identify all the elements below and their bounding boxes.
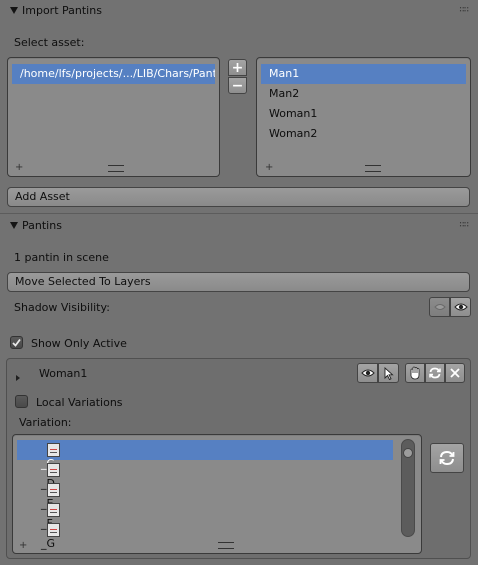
show-only-active-label: Show Only Active <box>31 337 127 350</box>
file-icon <box>47 443 60 457</box>
refresh-variations-button[interactable] <box>430 443 464 473</box>
add-path-button[interactable]: + <box>228 59 247 76</box>
import-pantins-title: Import Pantins <box>22 4 102 17</box>
path-list-item[interactable]: /home/lfs/projects/.../LIB/Chars/Pantins… <box>12 64 215 84</box>
shadow-visible-button[interactable] <box>450 297 471 317</box>
variation-item-d[interactable]: _D <box>17 460 393 490</box>
list-resize-grip-icon[interactable] <box>108 165 124 172</box>
pantin-view-select-group <box>357 363 399 383</box>
asset-item-man2[interactable]: Man2 <box>261 84 466 104</box>
refresh-icon <box>439 450 455 466</box>
asset-item-woman1[interactable]: Woman1 <box>261 104 466 124</box>
pantin-name[interactable]: Woman1 <box>39 367 87 380</box>
pantin-visibility-button[interactable] <box>357 363 378 383</box>
asset-list[interactable]: Man1 Man2 Woman1 Woman2 + <box>256 57 471 177</box>
shadow-visibility-toggle[interactable] <box>429 297 471 317</box>
list-filter-plus-icon[interactable]: + <box>15 162 23 173</box>
hand-icon <box>410 366 420 380</box>
file-icon <box>47 523 60 537</box>
add-asset-button[interactable]: Add Asset <box>7 187 470 207</box>
panel-divider <box>0 213 478 214</box>
variation-item-g[interactable]: _G <box>17 520 393 550</box>
list-filter-plus-icon[interactable]: + <box>19 540 27 551</box>
eye-icon <box>453 303 468 311</box>
variation-list[interactable]: _C _D _E _F _G + <box>12 434 422 554</box>
asset-item-woman2[interactable]: Woman2 <box>261 124 466 144</box>
remove-path-button[interactable]: − <box>228 77 247 94</box>
expand-pantin-arrow-icon[interactable] <box>16 371 20 384</box>
import-pantins-header[interactable]: Import Pantins <box>0 0 478 22</box>
pantin-count-text: 1 pantin in scene <box>14 251 109 264</box>
minus-icon: − <box>231 77 244 94</box>
eye-closed-icon <box>433 304 446 310</box>
panel-drag-grip-icon[interactable]: ∷∷ <box>459 5 469 15</box>
file-icon <box>47 483 60 497</box>
pantin-remove-button[interactable] <box>445 363 465 383</box>
variation-item-e[interactable]: _E <box>17 480 393 510</box>
pantin-refresh-button[interactable] <box>425 363 445 383</box>
list-resize-grip-icon[interactable] <box>365 165 381 172</box>
list-resize-grip-icon[interactable] <box>218 542 234 549</box>
path-list[interactable]: /home/lfs/projects/.../LIB/Chars/Pantins… <box>7 57 220 177</box>
local-variations-label: Local Variations <box>36 396 123 409</box>
asset-item-man1[interactable]: Man1 <box>261 64 466 84</box>
close-icon <box>450 368 460 378</box>
variation-item-f[interactable]: _F <box>17 500 393 530</box>
pantins-title: Pantins <box>22 219 62 232</box>
select-asset-label: Select asset: <box>14 36 85 49</box>
shadow-hidden-button[interactable] <box>429 297 450 317</box>
show-only-active-checkbox[interactable] <box>10 336 23 349</box>
panel-drag-grip-icon[interactable]: ∷∷ <box>459 220 469 230</box>
variation-item-c[interactable]: _C <box>17 440 393 470</box>
scrollbar-thumb[interactable] <box>403 448 413 458</box>
pantin-grab-button[interactable] <box>405 363 425 383</box>
plus-icon: + <box>231 59 244 76</box>
collapse-triangle-icon[interactable] <box>10 6 18 14</box>
variation-scrollbar[interactable] <box>401 439 415 537</box>
checkmark-icon <box>12 338 21 347</box>
variation-name: _G <box>41 537 56 550</box>
list-filter-plus-icon[interactable]: + <box>265 162 273 173</box>
refresh-icon <box>429 367 441 379</box>
variation-label: Variation: <box>19 416 72 429</box>
eye-icon <box>360 369 375 377</box>
pantins-header[interactable]: Pantins <box>0 215 478 237</box>
pantin-action-group <box>405 363 465 383</box>
file-icon <box>47 503 60 517</box>
pantin-select-button[interactable] <box>378 363 399 383</box>
shadow-visibility-label: Shadow Visibility: <box>14 301 110 314</box>
collapse-triangle-icon[interactable] <box>10 221 18 229</box>
file-icon <box>47 463 60 477</box>
move-selected-to-layers-button[interactable]: Move Selected To Layers <box>7 272 470 292</box>
local-variations-checkbox[interactable] <box>15 395 28 408</box>
cursor-arrow-icon <box>384 366 394 380</box>
pantin-box: Woman1 Local Variations Variation: _C _D <box>6 358 471 559</box>
